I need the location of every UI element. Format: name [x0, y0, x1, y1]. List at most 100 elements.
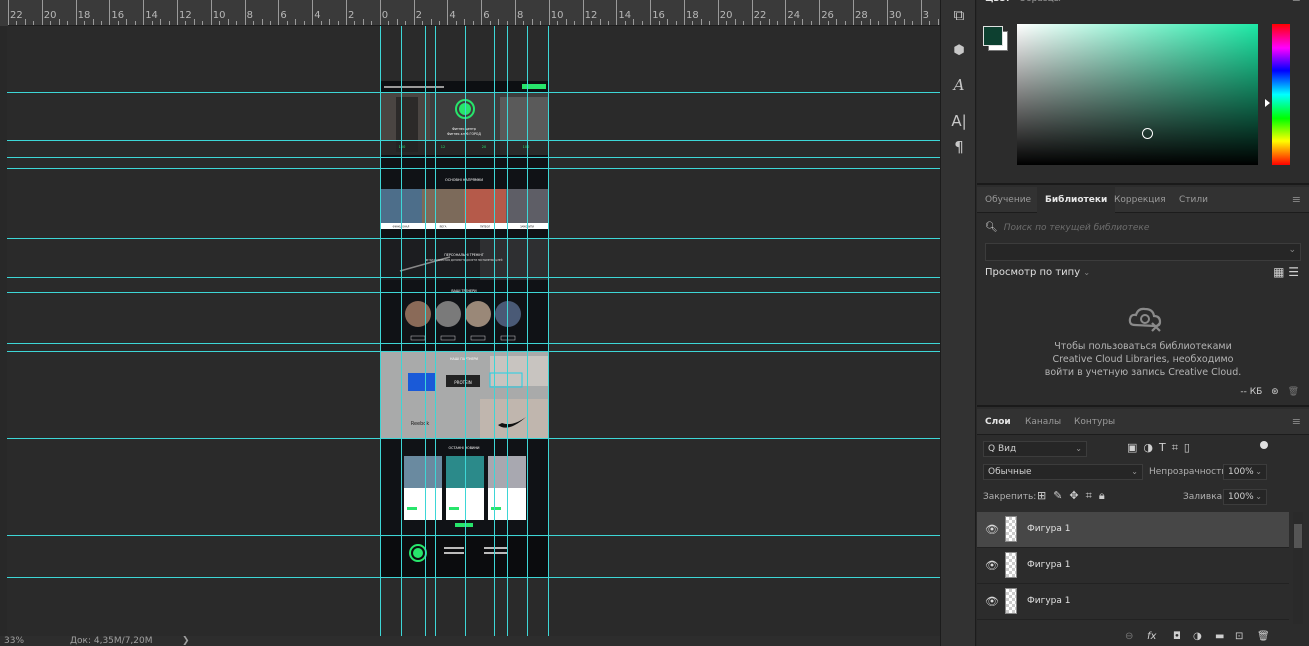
horizontal-guide[interactable]	[7, 140, 940, 141]
ruler-major-tick	[684, 0, 685, 25]
horizontal-guide[interactable]	[7, 277, 940, 278]
horizontal-guide[interactable]	[7, 577, 940, 578]
vertical-guide[interactable]	[425, 26, 426, 636]
horizontal-guide[interactable]	[7, 351, 940, 352]
ruler-minor-tick	[438, 21, 440, 25]
horizontal-guide[interactable]	[7, 292, 940, 293]
libraries-panel-menu-icon[interactable]: ≡	[1292, 187, 1301, 213]
panel-tools-column: ⧉ ⬢ A A| ¶	[940, 0, 976, 646]
vertical-guide[interactable]	[527, 26, 528, 636]
document-canvas[interactable]: Фитнес-центр Фитнес-клуб ГОРОД 100 12 20…	[7, 26, 940, 636]
tab-libraries[interactable]: Библиотеки	[1037, 187, 1116, 213]
hero-line1: Фитнес-центр	[452, 127, 476, 131]
vertical-guide[interactable]	[548, 26, 549, 636]
ruler-minor-tick	[802, 19, 804, 25]
ruler-minor-tick	[633, 19, 635, 25]
ruler-label: 22	[10, 10, 23, 21]
horizontal-guide[interactable]	[7, 343, 940, 344]
ruler-minor-tick	[776, 21, 778, 25]
lock-icons[interactable]: ⊞✎✥⌗🔒︎	[1037, 489, 1112, 503]
blend-mode-select[interactable]: Обычные ⌄	[983, 464, 1143, 480]
group-folder-icon[interactable]: ▬	[1215, 631, 1224, 642]
foreground-color-swatch[interactable]	[983, 26, 1003, 46]
layer-row[interactable]: 👁︎ Фигура 1	[977, 512, 1289, 548]
cc-sync-icon[interactable]: ⊛	[1271, 387, 1279, 397]
visibility-eye-icon[interactable]: 👁︎	[985, 595, 999, 608]
ruler-major-tick	[481, 0, 483, 25]
vertical-guide[interactable]	[465, 26, 466, 636]
horizontal-guide[interactable]	[7, 238, 940, 239]
vertical-guide[interactable]	[435, 26, 436, 636]
color-field[interactable]	[1017, 24, 1258, 165]
horizontal-guide[interactable]	[7, 438, 940, 439]
horizontal-guide[interactable]	[7, 157, 940, 158]
nav-cta-button	[522, 84, 546, 89]
color-picker-ring[interactable]	[1142, 128, 1153, 139]
library-select[interactable]: ⌄	[985, 243, 1301, 261]
grid-view-icon[interactable]: ▦	[1273, 265, 1284, 279]
ruler-major-tick	[109, 0, 111, 25]
glyphs-icon[interactable]: A	[941, 72, 977, 98]
layer-name: Фигура 1	[1027, 524, 1071, 534]
tab-swatches[interactable]: Образцы	[1019, 0, 1061, 12]
layers-scrollbar[interactable]	[1293, 512, 1303, 624]
trash-icon[interactable]: 🗑︎	[1288, 387, 1299, 397]
horizontal-guide[interactable]	[7, 168, 940, 169]
tab-paths[interactable]: Контуры	[1074, 409, 1115, 435]
ruler-label: 30	[888, 10, 902, 21]
vertical-guide[interactable]	[401, 26, 402, 636]
paragraph-icon[interactable]: ¶	[941, 134, 977, 160]
horizontal-ruler[interactable]: 22 20 18 16 14 12 10 8 6 4 2 0 2 4 6 8 10 12 14 16 18 20 22 24 2…	[0, 0, 940, 26]
visibility-eye-icon[interactable]: 👁︎	[985, 559, 999, 572]
scrollbar-thumb[interactable]	[1294, 524, 1302, 548]
layer-row[interactable]: 👁︎ Фигура 1	[977, 584, 1289, 620]
artboard-website-mockup[interactable]: Фитнес-центр Фитнес-клуб ГОРОД 100 12 20…	[380, 81, 548, 577]
ruler-label: 3	[922, 10, 929, 21]
status-expand-arrow[interactable]: ❯	[182, 636, 190, 646]
delete-layer-icon[interactable]: 🗑︎	[1257, 631, 1270, 642]
fill-input[interactable]: 100% ⌄	[1223, 489, 1267, 505]
ruler-label: 18	[77, 10, 91, 21]
3d-icon[interactable]: ⬢	[941, 38, 977, 64]
visibility-eye-icon[interactable]: 👁︎	[985, 523, 999, 536]
adjustment-layer-icon[interactable]: ◑	[1193, 631, 1202, 642]
ruler-major-tick	[853, 0, 854, 25]
ruler-major-tick	[143, 0, 145, 25]
hue-slider-handle[interactable]	[1265, 99, 1270, 107]
layer-row[interactable]: 👁︎ Фигура 1	[977, 548, 1289, 584]
zoom-level[interactable]: 33%	[4, 636, 24, 646]
filter-toggle-icon[interactable]	[1260, 441, 1268, 449]
color-panel-menu-icon[interactable]: ≡	[1292, 0, 1301, 12]
view-by-type[interactable]: Просмотр по типу ⌄	[985, 267, 1090, 278]
layer-filter-select[interactable]: Q Вид ⌄	[983, 441, 1087, 457]
horizontal-guide[interactable]	[7, 535, 940, 536]
vertical-guide[interactable]	[507, 26, 508, 636]
horizontal-guide[interactable]	[7, 92, 940, 93]
character-icon[interactable]: A|	[941, 108, 977, 134]
history-icon[interactable]: ⧉	[941, 2, 977, 28]
opacity-input[interactable]: 100% ⌄	[1223, 464, 1267, 480]
library-search[interactable]: 🔍︎ Поиск по текущей библиотеке	[985, 219, 1301, 237]
ruler-minor-tick	[793, 21, 795, 25]
layers-panel-menu-icon[interactable]: ≡	[1292, 409, 1301, 435]
layer-filter-icons[interactable]: ▣◑T⌗▯	[1127, 441, 1196, 455]
tab-learn[interactable]: Обучение	[985, 187, 1031, 213]
link-layers-icon[interactable]: ⊖	[1125, 631, 1133, 642]
tab-adjustments[interactable]: Коррекция	[1114, 187, 1166, 213]
view-mode-toggle[interactable]: ▦ ☰	[1273, 265, 1299, 279]
opacity-value: 100%	[1228, 467, 1254, 477]
fx-icon[interactable]: fx	[1147, 631, 1156, 642]
tab-layers[interactable]: Слои	[985, 409, 1011, 435]
layer-mask-icon[interactable]: ◘	[1173, 631, 1181, 642]
vertical-guide[interactable]	[380, 26, 381, 636]
tab-color[interactable]: Цвет	[985, 0, 1010, 12]
ruler-minor-tick	[565, 19, 567, 25]
tab-styles[interactable]: Стили	[1179, 187, 1208, 213]
vertical-guide[interactable]	[494, 26, 495, 636]
hue-slider[interactable]	[1272, 24, 1290, 165]
new-layer-icon[interactable]: ⊡	[1235, 631, 1243, 642]
ruler-minor-tick	[362, 19, 364, 25]
list-view-icon[interactable]: ☰	[1288, 265, 1299, 279]
ruler-minor-tick	[692, 21, 694, 25]
tab-channels[interactable]: Каналы	[1025, 409, 1061, 435]
